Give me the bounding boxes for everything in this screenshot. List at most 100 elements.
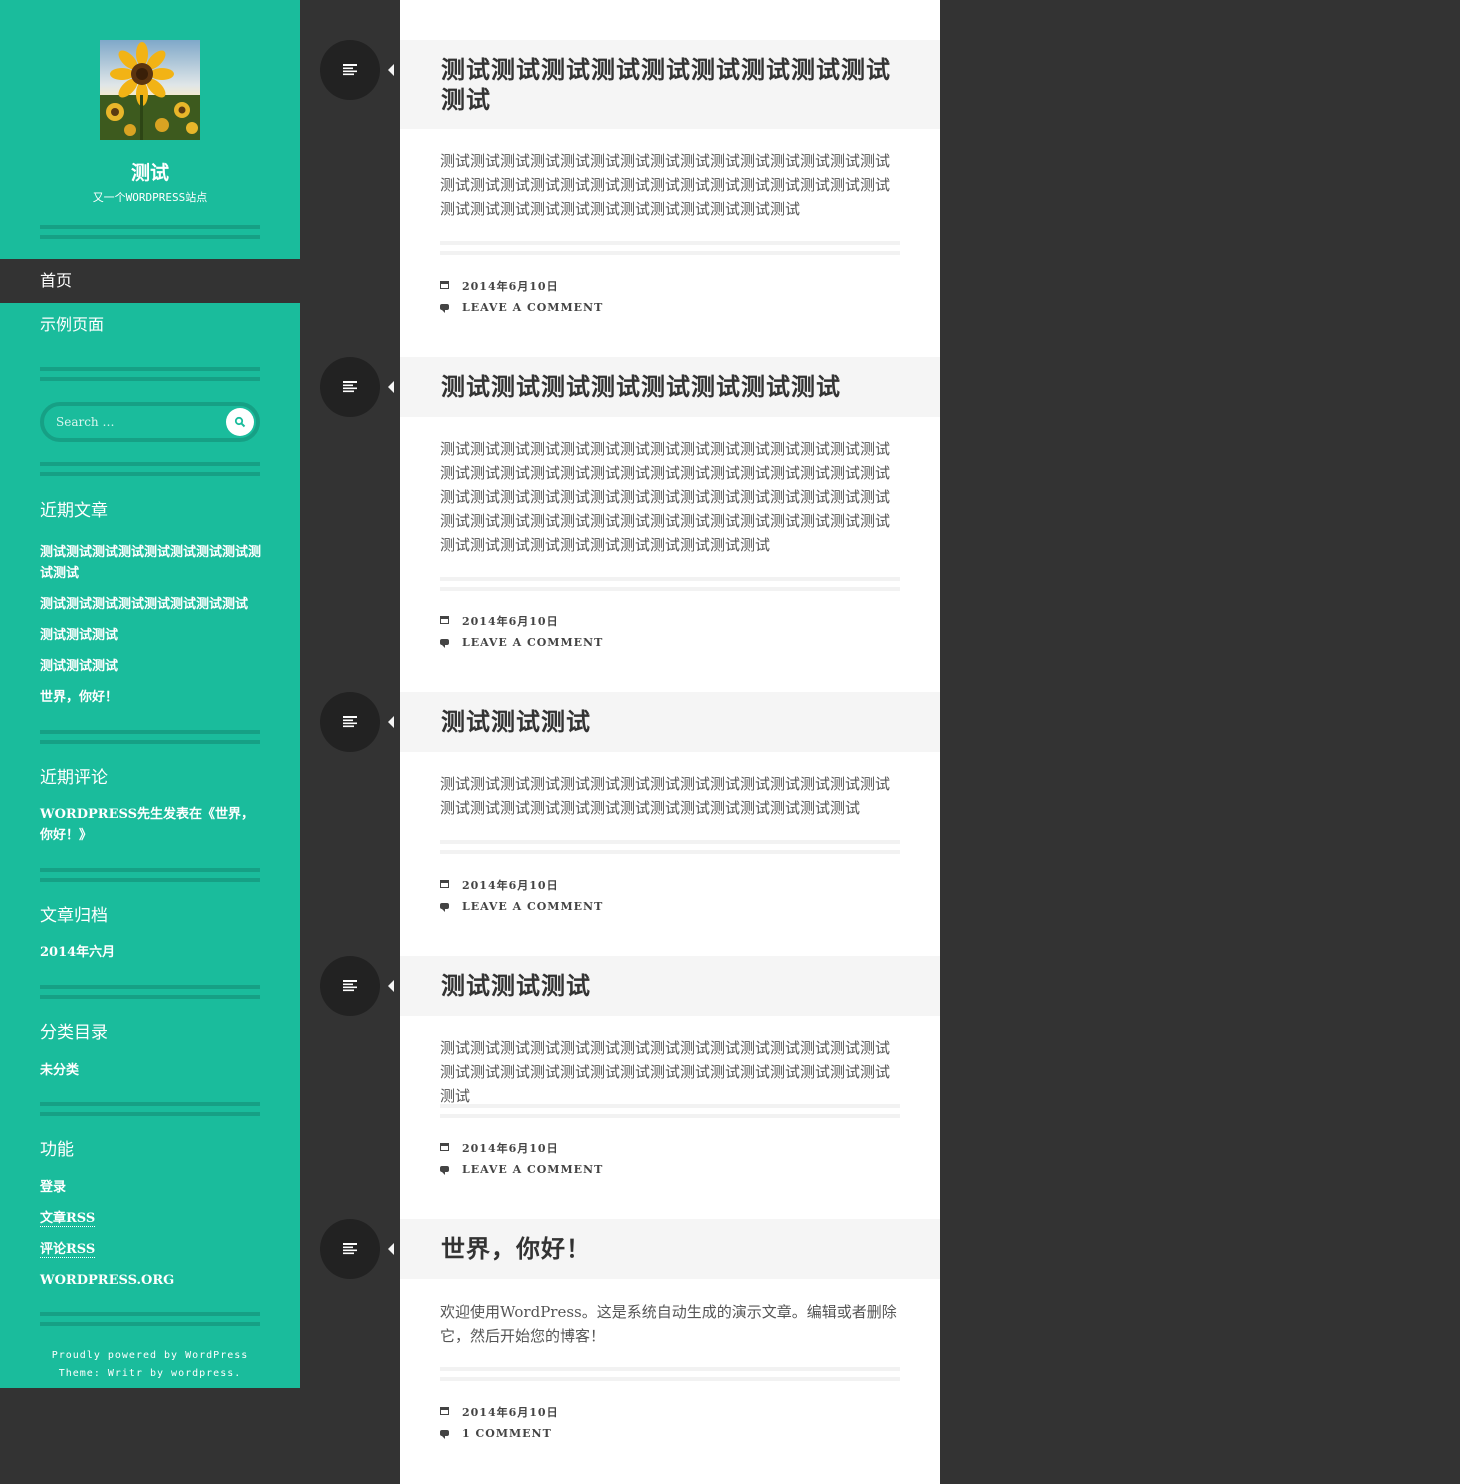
post-date-text: 2014年6月10日 <box>462 615 559 628</box>
recent-post-link[interactable]: 测试测试测试测试测试测试测试测试 <box>40 594 265 615</box>
divider <box>40 868 260 882</box>
post-divider <box>440 1104 900 1118</box>
calendar-icon <box>440 1406 449 1415</box>
widget-title-categories: 分类目录 <box>40 1023 108 1043</box>
divider <box>40 367 260 381</box>
search-form <box>40 402 260 442</box>
site-title[interactable]: 测试 <box>0 158 300 185</box>
recent-post-link[interactable]: 测试测试测试 <box>40 625 265 646</box>
widget-title-archives: 文章归档 <box>40 906 108 926</box>
recent-post-link[interactable]: 测试测试测试 <box>40 656 265 677</box>
sunflower-logo <box>100 40 200 140</box>
site-description: 又一个WORDPRESS站点 <box>92 191 208 204</box>
post-divider <box>440 577 900 591</box>
credits-powered-by[interactable]: Proudly powered by WordPress <box>0 1350 300 1361</box>
divider <box>40 225 260 239</box>
widget-title-recent-posts: 近期文章 <box>40 501 108 521</box>
comment-bubble-icon <box>440 1165 449 1175</box>
post-excerpt: 测试测试测试测试测试测试测试测试测试测试测试测试测试测试测试测试测试测试测试测试… <box>440 1039 891 1105</box>
post-comments-text: 1 COMMENT <box>462 1427 552 1440</box>
post-format-badge[interactable] <box>320 692 394 752</box>
meta-entries-rss-link[interactable]: 文章RSS <box>40 1208 265 1229</box>
search-icon <box>234 416 246 428</box>
recent-post-link[interactable]: 世界，你好！ <box>40 687 265 708</box>
standard-post-format-icon <box>343 381 357 393</box>
post-divider <box>440 840 900 854</box>
post-comments-text: LEAVE A COMMENT <box>462 301 604 314</box>
comments-rss-label: 评论RSS <box>40 1242 96 1258</box>
post-divider <box>440 1367 900 1381</box>
post-date[interactable]: 2014年6月10日 <box>440 877 559 893</box>
widget-title-meta: 功能 <box>40 1140 74 1160</box>
standard-post-format-icon <box>343 980 357 992</box>
post-date-text: 2014年6月10日 <box>462 280 559 293</box>
meta-comments-rss-link[interactable]: 评论RSS <box>40 1239 265 1260</box>
post-excerpt: 测试测试测试测试测试测试测试测试测试测试测试测试测试测试测试测试测试测试测试测试… <box>440 152 891 218</box>
search-input[interactable] <box>54 412 214 432</box>
divider <box>40 730 260 744</box>
post-excerpt: 测试测试测试测试测试测试测试测试测试测试测试测试测试测试测试测试测试测试测试测试… <box>440 775 891 817</box>
divider <box>40 1312 260 1326</box>
post-date[interactable]: 2014年6月10日 <box>440 1404 559 1420</box>
post-divider <box>440 241 900 255</box>
post-title[interactable]: 测试测试测试测试测试测试测试测试 <box>441 372 900 402</box>
post-comments-link[interactable]: LEAVE A COMMENT <box>440 1163 603 1176</box>
post-comments-link[interactable]: LEAVE A COMMENT <box>440 636 603 649</box>
comment-bubble-icon <box>440 902 449 912</box>
post-header: 测试测试测试测试测试测试测试测试测试测试 <box>400 40 940 129</box>
calendar-icon <box>440 615 449 624</box>
standard-post-format-icon <box>343 716 357 728</box>
post-comments-text: LEAVE A COMMENT <box>462 1163 604 1176</box>
post-comments-text: LEAVE A COMMENT <box>462 636 604 649</box>
divider <box>40 462 260 476</box>
post-comments-link[interactable]: LEAVE A COMMENT <box>440 900 603 913</box>
comment-bubble-icon <box>440 638 449 648</box>
widget-title-recent-comments: 近期评论 <box>40 768 108 788</box>
post-excerpt: 测试测试测试测试测试测试测试测试测试测试测试测试测试测试测试测试测试测试测试测试… <box>440 440 891 554</box>
nav-item-home[interactable]: 首页 <box>0 259 300 303</box>
post-format-badge[interactable] <box>320 956 394 1016</box>
calendar-icon <box>440 879 449 888</box>
content-area: 测试测试测试测试测试测试测试测试测试测试 测试测试测试测试测试测试测试测试测试测… <box>400 0 940 1484</box>
standard-post-format-icon <box>343 1243 357 1255</box>
post-date[interactable]: 2014年6月10日 <box>440 613 559 629</box>
post-date[interactable]: 2014年6月10日 <box>440 278 559 294</box>
post-title[interactable]: 测试测试测试测试测试测试测试测试测试测试 <box>441 55 900 115</box>
post-header: 测试测试测试测试测试测试测试测试 <box>400 357 940 417</box>
recent-post-link[interactable]: 测试测试测试测试测试测试测试测试测试测试 <box>40 542 265 584</box>
post-comments-link[interactable]: 1 COMMENT <box>440 1427 552 1440</box>
post-title[interactable]: 测试测试测试 <box>441 971 900 1001</box>
recent-comment-link[interactable]: WORDPRESS先生发表在《世界，你好！》 <box>40 804 255 846</box>
post-date-text: 2014年6月10日 <box>462 1142 559 1155</box>
archive-link[interactable]: 2014年六月 <box>40 942 265 963</box>
sidebar: 测试 又一个WORDPRESS站点 首页 示例页面 近期文章 测试测试测试测试测… <box>0 0 300 1388</box>
post-excerpt: 欢迎使用WordPress。这是系统自动生成的演示文章。编辑或者删除它，然后开始… <box>440 1303 897 1345</box>
credits-theme[interactable]: Theme: Writr by wordpress. <box>0 1368 300 1379</box>
comment-bubble-icon <box>440 1429 449 1439</box>
post-format-badge[interactable] <box>320 1219 394 1279</box>
divider <box>40 1102 260 1116</box>
entries-rss-label: 文章RSS <box>40 1211 96 1227</box>
post-title[interactable]: 世界，你好！ <box>441 1234 900 1264</box>
calendar-icon <box>440 1142 449 1151</box>
post-format-badge[interactable] <box>320 40 394 100</box>
post-header: 测试测试测试 <box>400 692 940 752</box>
calendar-icon <box>440 280 449 289</box>
post-date-text: 2014年6月10日 <box>462 1406 559 1419</box>
meta-wordpress-org-link[interactable]: WORDPRESS.ORG <box>40 1270 265 1291</box>
post-format-badge[interactable] <box>320 357 394 417</box>
meta-login-link[interactable]: 登录 <box>40 1177 265 1198</box>
comment-bubble-icon <box>440 303 449 313</box>
category-link[interactable]: 未分类 <box>40 1060 265 1081</box>
post-comments-text: LEAVE A COMMENT <box>462 900 604 913</box>
post-comments-link[interactable]: LEAVE A COMMENT <box>440 301 603 314</box>
standard-post-format-icon <box>343 64 357 76</box>
post-title[interactable]: 测试测试测试 <box>441 707 900 737</box>
search-button[interactable] <box>226 408 254 436</box>
post-header: 测试测试测试 <box>400 956 940 1016</box>
post-date[interactable]: 2014年6月10日 <box>440 1140 559 1156</box>
site-logo-image[interactable] <box>100 40 200 140</box>
nav-item-sample-page[interactable]: 示例页面 <box>0 303 300 347</box>
divider <box>40 985 260 999</box>
post-header: 世界，你好！ <box>400 1219 940 1279</box>
